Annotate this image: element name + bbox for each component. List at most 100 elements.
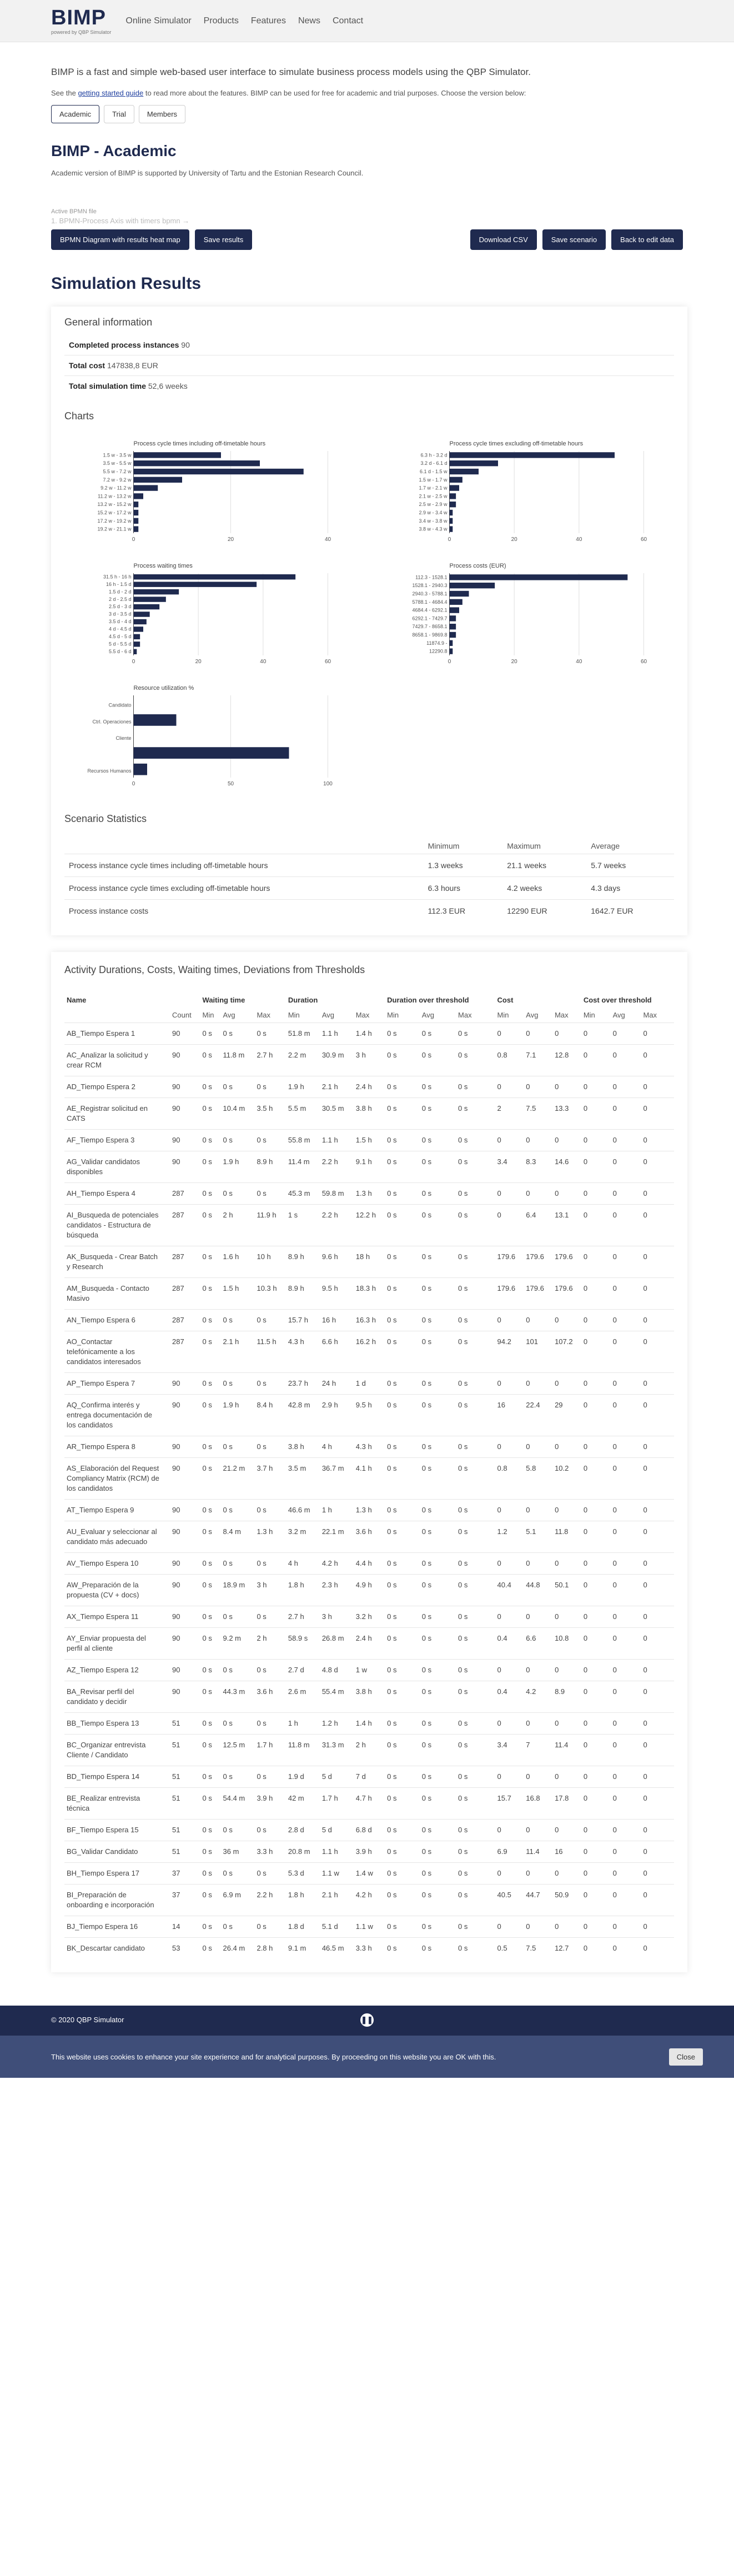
activity-cell: 0 — [524, 1023, 553, 1045]
activity-cell: 1 d — [353, 1372, 385, 1395]
activity-cell: 0 s — [385, 1606, 420, 1628]
activity-cell: 0.4 — [495, 1627, 524, 1660]
activity-cell: 0 — [641, 1277, 674, 1310]
activity-cell: 0 — [641, 1097, 674, 1130]
activity-cell: 0 s — [254, 1819, 286, 1841]
activities-title: Activity Durations, Costs, Waiting times… — [64, 964, 365, 975]
scroll-top-icon[interactable]: ❚❚ — [360, 2013, 374, 2027]
activity-cell: 0 — [610, 1023, 641, 1045]
activity-cell: 0 — [552, 1499, 581, 1521]
activity-name: AY_Enviar propuesta del perfil al client… — [64, 1627, 170, 1660]
activity-cell: 0 s — [254, 1766, 286, 1788]
tick-label: 40 — [260, 659, 267, 665]
version-trial-button[interactable]: Trial — [104, 105, 134, 123]
bar — [449, 632, 456, 638]
activity-cell: 10.3 h — [254, 1277, 286, 1310]
bar — [449, 509, 453, 516]
activity-cell: 0 s — [200, 1076, 221, 1098]
activity-cell: 0 s — [200, 1862, 221, 1885]
bar — [133, 649, 137, 654]
getting-started-link[interactable]: getting started guide — [78, 89, 143, 97]
activity-cell: 0 — [495, 1606, 524, 1628]
activity-cell: 90 — [170, 1552, 200, 1575]
nav-news[interactable]: News — [298, 16, 320, 26]
activity-cell: 0 s — [456, 1627, 495, 1660]
activity-row: AU_Evaluar y seleccionar al candidato má… — [64, 1521, 674, 1553]
intro-text: See the getting started guide to read mo… — [51, 89, 683, 97]
back-to-edit-button[interactable]: Back to edit data — [611, 229, 683, 250]
activity-cell: 0 s — [254, 1309, 286, 1331]
general-row-instances: Completed process instances 90 — [64, 335, 674, 355]
activity-cell: 0 s — [385, 1574, 420, 1606]
logo[interactable]: BIMP powered by QBP Simulator — [51, 7, 111, 35]
activity-cell: 4.3 h — [285, 1331, 320, 1373]
nav-products[interactable]: Products — [204, 16, 239, 26]
activity-cell: 0 — [641, 1862, 674, 1885]
file-value[interactable]: 1. BPMN-Process Axis with timers bpmn → — [51, 217, 683, 225]
results-title: Simulation Results — [51, 274, 202, 293]
nav-features[interactable]: Features — [251, 16, 286, 26]
activity-cell: 44.3 m — [220, 1681, 255, 1713]
bar — [449, 477, 462, 483]
activity-cell: 0 s — [385, 1659, 420, 1681]
save-scenario-button[interactable]: Save scenario — [542, 229, 606, 250]
activity-cell: 17.8 — [552, 1787, 581, 1820]
activity-cell: 11.8 m — [285, 1734, 320, 1766]
stats-header-name — [64, 838, 424, 854]
activity-cell: 0 — [495, 1182, 524, 1205]
bar — [133, 619, 147, 625]
activity-cell: 0 s — [200, 1182, 221, 1205]
activity-cell: 0 — [610, 1457, 641, 1500]
activity-cell: 0 s — [200, 1044, 221, 1076]
activity-cell: 0 s — [200, 1151, 221, 1183]
stats-row: Process instance costs 112.3 EUR 12290 EUR… — [64, 899, 674, 922]
activity-cell: 0 — [641, 1076, 674, 1098]
activity-cell: 0 — [581, 1884, 611, 1916]
activity-cell: 0 s — [254, 1862, 286, 1885]
activity-cell: 0 s — [200, 1916, 221, 1938]
activity-cell: 0 — [641, 1394, 674, 1436]
cookie-close-button[interactable]: Close — [668, 2048, 703, 2066]
activity-cell: 0 s — [456, 1331, 495, 1373]
activity-cell: 0 s — [419, 1766, 456, 1788]
activity-cell: 0 s — [220, 1309, 255, 1331]
nav-online-simulator[interactable]: Online Simulator — [125, 16, 191, 26]
activity-row: AS_Elaboración del Request Compliancy Ma… — [64, 1457, 674, 1500]
activity-cell: 0 — [581, 1712, 611, 1735]
activity-cell: 3.2 m — [285, 1521, 320, 1553]
heatmap-button[interactable]: BPMN Diagram with results heat map — [51, 229, 189, 250]
activity-cell: 0 s — [200, 1574, 221, 1606]
activity-cell: 90 — [170, 1681, 200, 1713]
category-label: 13.2 w - 15.2 w — [97, 502, 132, 507]
category-label: Cliente — [115, 735, 131, 741]
nav-contact[interactable]: Contact — [333, 16, 363, 26]
activity-cell: 12.2 h — [353, 1204, 385, 1246]
activity-name: AX_Tiempo Espera 11 — [64, 1606, 170, 1628]
version-members-button[interactable]: Members — [138, 105, 186, 123]
activity-cell: 0 — [581, 1681, 611, 1713]
activity-cell: 8.9 h — [285, 1277, 320, 1310]
category-label: Ctrl. Operaciones — [92, 719, 132, 724]
category-label: 31.5 h - 16 h — [103, 574, 132, 579]
activity-cell: 0 — [495, 1819, 524, 1841]
activity-cell: 107.2 — [552, 1331, 581, 1373]
version-academic-button[interactable]: Academic — [51, 105, 100, 123]
category-label: 5.5 w - 7.2 w — [103, 469, 132, 474]
activity-cell: 0 — [610, 1129, 641, 1151]
activity-cell: 31.3 m — [319, 1734, 354, 1766]
bar — [133, 747, 289, 759]
category-label: 2.5 w - 2.9 w — [419, 502, 448, 507]
activity-cell: 0 s — [385, 1076, 420, 1098]
activity-cell: 0 s — [385, 1862, 420, 1885]
activity-cell: 5.3 d — [285, 1862, 320, 1885]
activity-cell: 0 — [610, 1552, 641, 1575]
activity-cell: 2.7 h — [254, 1044, 286, 1076]
general-label: Total cost — [69, 361, 105, 370]
download-csv-button[interactable]: Download CSV — [470, 229, 537, 250]
activity-cell: 0 s — [419, 1151, 456, 1183]
activity-cell: 0 s — [456, 1457, 495, 1500]
activity-row: AT_Tiempo Espera 9 90 0 s0 s0 s 46.6 m1 h 1.… — [64, 1499, 674, 1521]
save-results-button[interactable]: Save results — [194, 229, 253, 250]
activity-cell: 54.4 m — [220, 1787, 255, 1820]
activity-cell: 2.2 h — [319, 1204, 354, 1246]
